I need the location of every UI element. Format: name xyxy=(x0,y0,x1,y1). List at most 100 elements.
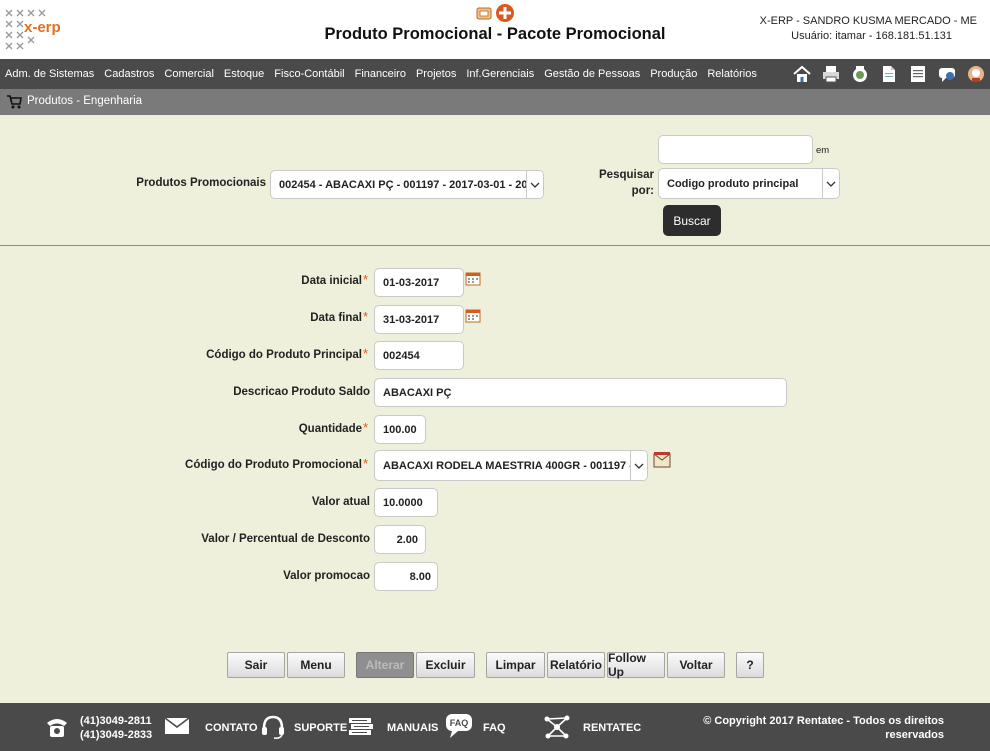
phone-icon xyxy=(47,719,67,737)
breadcrumb: Produtos - Engenharia xyxy=(27,95,143,107)
rentatec-link[interactable]: RENTATEC xyxy=(583,722,641,734)
desconto-field[interactable]: 2.00 xyxy=(374,525,426,554)
phone-1: (41)3049-2811 xyxy=(80,715,152,727)
sair-button[interactable]: Sair xyxy=(227,652,285,678)
required-star: * xyxy=(363,456,369,471)
phone-2: (41)3049-2833 xyxy=(80,729,153,741)
calendar-icon[interactable] xyxy=(465,271,481,286)
search-by-select[interactable]: Codigo produto principal xyxy=(658,168,840,199)
main-menu: Adm. de Sistemas Cadastros Comercial Est… xyxy=(5,59,767,89)
print-icon[interactable] xyxy=(821,64,841,84)
network-icon[interactable] xyxy=(543,713,571,741)
help-person-icon[interactable] xyxy=(966,64,986,84)
menu-inf-gerenciais[interactable]: Inf.Gerenciais xyxy=(466,68,534,80)
required-star: * xyxy=(363,346,369,361)
data-final-field[interactable]: 31-03-2017 xyxy=(374,305,464,334)
valor-promocao-field[interactable]: 8.00 xyxy=(374,562,438,591)
cart-icon xyxy=(7,95,22,109)
toolbar xyxy=(783,64,986,84)
menu-fisco-contabil[interactable]: Fisco-Contábil xyxy=(274,68,344,80)
quantidade-label: Quantidade xyxy=(298,423,362,435)
chevron-down-icon[interactable] xyxy=(630,451,647,480)
copyright-line-1: © Copyright 2017 Rentatec - Todos os dir… xyxy=(703,715,944,727)
divider xyxy=(0,245,990,246)
descricao-label: Descricao Produto Saldo xyxy=(233,386,370,398)
books-icon[interactable] xyxy=(347,716,375,738)
document-icon[interactable] xyxy=(879,64,899,84)
promo-products-select[interactable]: 002454 - ABACAXI PÇ - 001197 - 2017-03-0… xyxy=(270,170,544,199)
chevron-down-icon[interactable] xyxy=(526,171,543,198)
notes-icon[interactable] xyxy=(908,64,928,84)
buscar-button[interactable]: Buscar xyxy=(663,205,721,236)
header-shortcuts xyxy=(476,3,516,23)
faq-icon[interactable]: FAQ xyxy=(444,712,474,740)
pesquisar-label: Pesquisar xyxy=(599,169,654,181)
follow-up-button[interactable]: Follow Up xyxy=(607,651,665,679)
valor-promocao-label: Valor promocao xyxy=(283,570,370,582)
codigo-principal-field[interactable]: 002454 xyxy=(374,341,464,370)
breadcrumb-bar: Produtos - Engenharia xyxy=(0,89,990,115)
search-input[interactable] xyxy=(658,135,813,164)
manuais-link[interactable]: MANUAIS xyxy=(387,722,438,734)
menu-cadastros[interactable]: Cadastros xyxy=(104,68,154,80)
search-by-value: Codigo produto principal xyxy=(667,177,799,190)
header: x-erp Produto Promocional - Pacote Promo… xyxy=(0,0,990,59)
menu-relatorios[interactable]: Relatórios xyxy=(707,68,757,80)
promo-products-value: 002454 - ABACAXI PÇ - 001197 - 2017-03-0… xyxy=(279,178,540,191)
valor-atual-label: Valor atual xyxy=(311,496,370,508)
headset-icon[interactable] xyxy=(260,714,286,740)
calendar-icon[interactable] xyxy=(465,308,481,323)
copyright-line-2: reservados xyxy=(885,729,944,741)
user-info: Usuário: itamar - 168.181.51.131 xyxy=(791,30,952,42)
data-final-label: Data final xyxy=(310,312,362,324)
chat-icon[interactable] xyxy=(937,64,957,84)
footer: (41)3049-2811 (41)3049-2833 CONTATO SUPO… xyxy=(0,703,990,751)
contato-link[interactable]: CONTATO xyxy=(205,722,258,734)
codigo-promocional-value: ABACAXI RODELA MAESTRIA 400GR - 001197 -… xyxy=(383,459,648,472)
promo-products-label: Produtos Promocionais xyxy=(136,177,266,189)
descricao-value: ABACAXI PÇ xyxy=(383,386,452,399)
em-label: em xyxy=(816,145,830,156)
alterar-button[interactable]: Alterar xyxy=(356,652,414,678)
menu-gestao-pessoas[interactable]: Gestão de Pessoas xyxy=(544,68,640,80)
codigo-principal-label: Código do Produto Principal xyxy=(206,349,362,361)
menu-projetos[interactable]: Projetos xyxy=(416,68,456,80)
codigo-promocional-label: Código do Produto Promocional xyxy=(185,459,362,471)
data-inicial-label: Data inicial xyxy=(301,275,362,287)
menu-adm-sistemas[interactable]: Adm. de Sistemas xyxy=(5,68,94,80)
menu-producao[interactable]: Produção xyxy=(650,68,697,80)
product-box-icon[interactable] xyxy=(653,451,671,468)
required-star: * xyxy=(363,420,369,435)
menu-financeiro[interactable]: Financeiro xyxy=(355,68,406,80)
excluir-button[interactable]: Excluir xyxy=(416,652,475,678)
desconto-label: Valor / Percentual de Desconto xyxy=(201,533,370,545)
valor-atual-field[interactable]: 10.0000 xyxy=(374,488,438,517)
valor-atual-value: 10.0000 xyxy=(383,496,423,509)
home-icon[interactable] xyxy=(792,64,812,84)
faq-icon-text: FAQ xyxy=(450,718,469,728)
quantidade-value: 100.00 xyxy=(383,423,417,436)
voltar-button[interactable]: Voltar xyxy=(667,652,725,678)
menu-estoque[interactable]: Estoque xyxy=(224,68,264,80)
desconto-value: 2.00 xyxy=(396,533,418,546)
codigo-promocional-select[interactable]: ABACAXI RODELA MAESTRIA 400GR - 001197 -… xyxy=(374,450,648,481)
required-star: * xyxy=(363,272,369,287)
valor-promocao-value: 8.00 xyxy=(409,570,431,583)
camera-icon[interactable] xyxy=(850,64,870,84)
data-final-value: 31-03-2017 xyxy=(383,313,440,326)
menu-comercial[interactable]: Comercial xyxy=(164,68,214,80)
relatorio-button[interactable]: Relatório xyxy=(547,652,605,678)
menu-button[interactable]: Menu xyxy=(287,652,345,678)
company-name: X-ERP - SANDRO KUSMA MERCADO - ME xyxy=(759,15,977,27)
data-inicial-value: 01-03-2017 xyxy=(383,276,440,289)
quantidade-field[interactable]: 100.00 xyxy=(374,415,426,444)
descricao-field[interactable]: ABACAXI PÇ xyxy=(374,378,787,407)
suporte-link[interactable]: SUPORTE xyxy=(294,722,347,734)
help-button[interactable]: ? xyxy=(736,652,764,678)
codigo-principal-value: 002454 xyxy=(383,349,420,362)
data-inicial-field[interactable]: 01-03-2017 xyxy=(374,268,464,297)
faq-link[interactable]: FAQ xyxy=(483,722,506,734)
limpar-button[interactable]: Limpar xyxy=(486,652,545,678)
chevron-down-icon[interactable] xyxy=(822,169,839,198)
mail-icon[interactable] xyxy=(164,717,190,735)
